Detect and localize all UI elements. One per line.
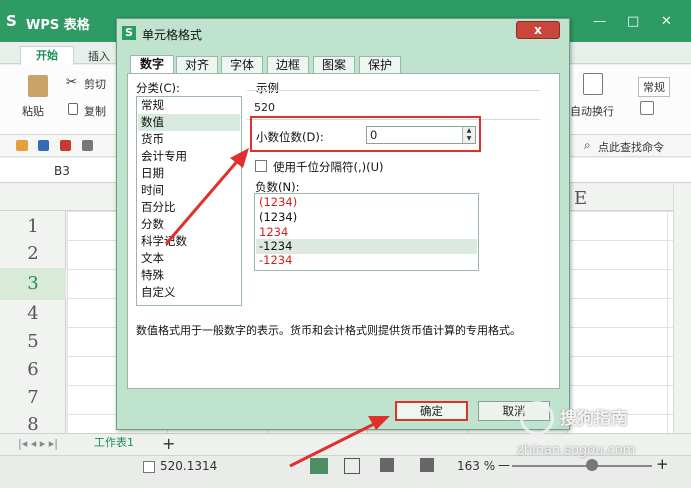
app-name[interactable]: WPS 表格 [26, 14, 90, 33]
zoom-level[interactable]: 163 % [457, 459, 495, 473]
calc-icon [143, 461, 155, 473]
row-header-3[interactable]: 3 [0, 273, 66, 294]
sogou-logo-icon [520, 401, 554, 435]
tab-home[interactable]: 开始 [20, 46, 74, 66]
ok-button[interactable]: 确定 [395, 401, 468, 421]
tab-pattern[interactable]: 图案 [313, 56, 355, 74]
cut-button[interactable]: 剪切 [84, 76, 106, 92]
name-box[interactable]: B3 [54, 164, 70, 178]
category-item[interactable]: 分数 [138, 216, 240, 233]
category-label: 分类(C): [136, 81, 180, 95]
eye-protect-icon[interactable] [420, 458, 434, 472]
negative-format-item[interactable]: (1234) [256, 210, 477, 225]
row-header-8[interactable]: 8 [0, 414, 66, 432]
tab-border[interactable]: 边框 [267, 56, 309, 74]
dialog-close-button[interactable]: x [516, 21, 560, 39]
window-controls: — □ ✕ [575, 14, 685, 30]
category-item[interactable]: 科学记数 [138, 233, 240, 250]
pdf-icon[interactable] [60, 140, 71, 151]
negative-format-item-selected[interactable]: -1234 [256, 239, 477, 254]
category-item[interactable]: 货币 [138, 131, 240, 148]
minimize-button[interactable]: — [593, 14, 606, 29]
maximize-button[interactable]: □ [627, 14, 639, 29]
thousands-separator-checkbox[interactable] [255, 160, 267, 172]
add-sheet-button[interactable]: + [162, 434, 175, 453]
dialog-title: 单元格格式 [142, 28, 203, 42]
category-item[interactable]: 文本 [138, 250, 240, 267]
category-item[interactable]: 百分比 [138, 199, 240, 216]
row-header-1[interactable]: 1 [0, 216, 66, 237]
search-icon: ⌕ [584, 138, 591, 152]
folder-icon[interactable] [16, 140, 28, 151]
paste-icon [28, 75, 48, 97]
page-break-view-icon[interactable] [344, 458, 360, 474]
negative-format-item[interactable]: 1234 [256, 225, 477, 240]
tab-number[interactable]: 数字 [130, 55, 174, 74]
copy-button[interactable]: 复制 [84, 103, 106, 119]
column-header-e[interactable]: E [574, 188, 587, 209]
tab-insert[interactable]: 插入 [88, 48, 110, 64]
category-item[interactable]: 特殊 [138, 267, 240, 284]
tab-alignment[interactable]: 对齐 [176, 56, 218, 74]
zoom-slider[interactable] [512, 465, 652, 467]
category-item[interactable]: 日期 [138, 165, 240, 182]
copy-icon [68, 103, 78, 115]
tab-font[interactable]: 字体 [221, 56, 263, 74]
number-format-select[interactable]: 常规 [638, 77, 670, 97]
save-icon[interactable] [38, 140, 49, 151]
find-command-input[interactable]: 点此查找命令 [598, 139, 664, 155]
category-item[interactable]: 会计专用 [138, 148, 240, 165]
wrap-text-button[interactable]: 自动换行 [570, 103, 614, 119]
watermark-url: zhinan.sogou.com [517, 443, 636, 458]
row-header-7[interactable]: 7 [0, 387, 66, 408]
normal-view-icon[interactable] [310, 458, 328, 474]
close-window-button[interactable]: ✕ [661, 14, 672, 29]
row-header-4[interactable]: 4 [0, 303, 66, 324]
negative-format-item[interactable]: (1234) [256, 195, 477, 210]
wrap-text-icon [583, 73, 603, 95]
thousands-separator-label: 使用千位分隔符(,)(U) [273, 160, 384, 174]
status-sum-value: 520.1314 [160, 459, 218, 473]
scissors-icon: ✂ [66, 75, 77, 90]
sample-value: 520 [254, 101, 275, 114]
zoom-in-button[interactable]: + [656, 455, 669, 473]
category-item[interactable]: 常规 [138, 97, 240, 114]
zoom-out-button[interactable]: — [498, 458, 510, 472]
category-item[interactable]: 时间 [138, 182, 240, 199]
format-description: 数值格式用于一般数字的表示。货币和会计格式则提供货币值计算的专用格式。 [136, 324, 521, 337]
tab-protection[interactable]: 保护 [359, 56, 401, 74]
conditional-format-icon[interactable] [640, 101, 654, 115]
wps-logo-icon: S [6, 12, 17, 30]
row-header-2[interactable]: 2 [0, 243, 66, 264]
vertical-scrollbar[interactable] [673, 184, 691, 433]
reading-mode-icon[interactable] [380, 458, 394, 472]
sheet-tab[interactable]: 工作表1 [94, 434, 134, 450]
wps-dialog-icon: S [122, 26, 136, 40]
paste-button[interactable]: 粘贴 [22, 103, 44, 119]
print-icon[interactable] [82, 140, 93, 151]
watermark-text: 搜狗指南 [560, 409, 628, 429]
category-item-selected[interactable]: 数值 [138, 114, 240, 131]
row-header-5[interactable]: 5 [0, 331, 66, 352]
negative-format-item[interactable]: -1234 [256, 253, 477, 268]
highlight-box-decimals [250, 116, 481, 152]
row-header-6[interactable]: 6 [0, 359, 66, 380]
zoom-slider-knob[interactable] [586, 459, 598, 471]
sheet-nav-icon[interactable]: |◂ ◂ ▸ ▸| [18, 437, 58, 450]
category-item[interactable]: 自定义 [138, 284, 240, 301]
